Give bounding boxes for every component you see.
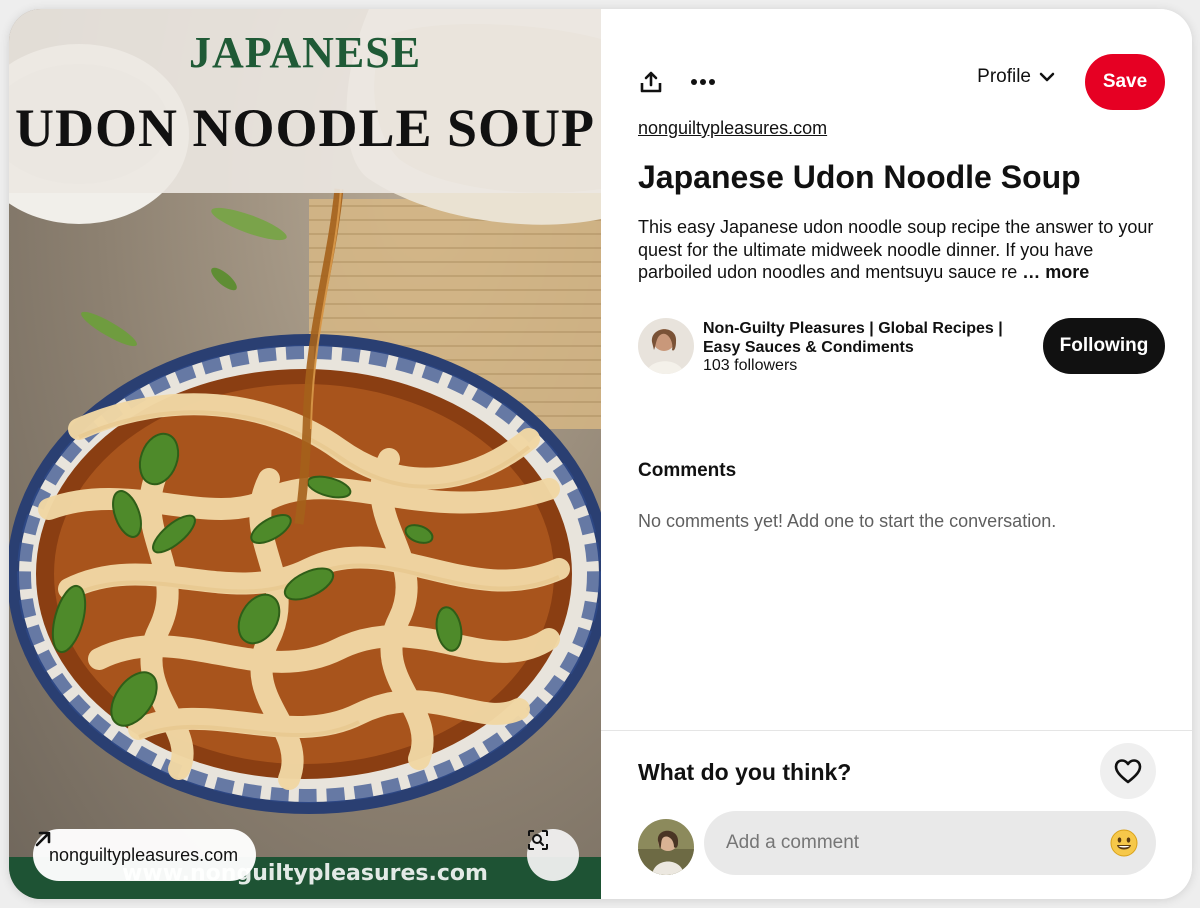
creator-followers: 103 followers [703, 357, 798, 374]
creator-name[interactable]: Non-Guilty Pleasures | Global Recipes | … [703, 319, 1023, 357]
chevron-down-icon [1039, 72, 1055, 82]
comment-box [704, 811, 1156, 875]
comment-input[interactable] [726, 811, 1096, 875]
more-icon [691, 79, 715, 85]
pin-details-panel: Profile Save nonguiltypleasures.com Japa… [601, 9, 1192, 899]
following-button[interactable]: Following [1043, 318, 1165, 374]
comments-heading: Comments [638, 460, 737, 481]
pin-image[interactable]: JAPANESE UDON NOODLE SOUP www.nonguiltyp… [9, 9, 601, 899]
pin-toolbar: Profile Save [629, 54, 1165, 110]
visual-search-button[interactable] [527, 829, 579, 881]
more-options-button[interactable] [681, 60, 725, 104]
image-title-top: JAPANESE [188, 28, 422, 77]
arrow-up-right-icon [35, 831, 51, 847]
creator-avatar[interactable] [638, 318, 694, 374]
profile-dropdown[interactable]: Profile [977, 66, 1055, 88]
comments-empty-state: No comments yet! Add one to start the co… [638, 511, 1057, 531]
visit-source-label: nonguiltypleasures.com [49, 844, 239, 865]
share-icon [640, 71, 662, 93]
feedback-prompt: What do you think? [638, 759, 852, 785]
visit-source-button[interactable]: nonguiltypleasures.com [33, 829, 257, 881]
share-button[interactable] [629, 60, 673, 104]
heart-icon [1114, 759, 1142, 784]
more-link[interactable]: … more [1022, 262, 1089, 282]
smiley-emoji-icon [1110, 829, 1138, 857]
pin-closeup-card: JAPANESE UDON NOODLE SOUP www.nonguiltyp… [9, 9, 1192, 899]
emoji-picker-button[interactable] [1110, 829, 1138, 857]
current-user-avatar [638, 819, 694, 875]
profile-dropdown-label: Profile [977, 66, 1031, 87]
visual-search-icon [528, 830, 548, 850]
creator-row: Non-Guilty Pleasures | Global Recipes | … [638, 318, 1165, 374]
comment-section-divider [601, 730, 1192, 731]
image-title-main: UDON NOODLE SOUP [14, 98, 596, 158]
save-button[interactable]: Save [1085, 54, 1165, 110]
pin-description: This easy Japanese udon noodle soup reci… [638, 216, 1158, 284]
react-button[interactable] [1100, 743, 1156, 799]
source-link[interactable]: nonguiltypleasures.com [638, 118, 827, 139]
pin-title: Japanese Udon Noodle Soup [638, 159, 1081, 195]
